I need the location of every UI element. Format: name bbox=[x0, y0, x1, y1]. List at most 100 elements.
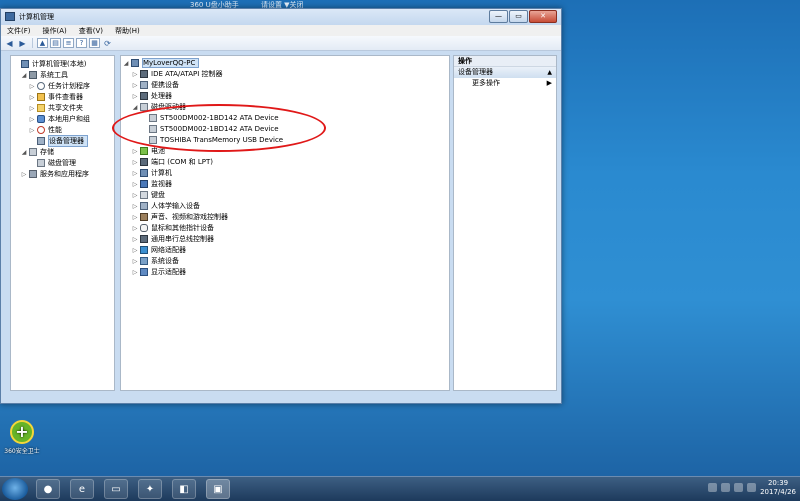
nav-tree-item[interactable]: ◢ 存储 bbox=[21, 147, 54, 157]
hao123-icon[interactable]: ✦ bbox=[138, 479, 162, 499]
expander-icon[interactable]: ▷ bbox=[132, 159, 138, 166]
device-tree-item[interactable]: ▷ 显示适配器 bbox=[132, 267, 186, 277]
device-tree-item[interactable]: ◢ MyLoverQQ-PC bbox=[123, 58, 200, 68]
nav-tree-item[interactable]: 计算机管理(本地) bbox=[13, 59, 86, 69]
tree-item-label: 计算机管理(本地) bbox=[32, 60, 87, 68]
nav-tree-item[interactable]: ▷ 本地用户和组 bbox=[29, 114, 90, 124]
nav-tree-item[interactable]: ▷ 服务和应用程序 bbox=[21, 169, 89, 179]
expander-icon[interactable]: ▷ bbox=[132, 170, 138, 177]
tree-item-label: 本地用户和组 bbox=[48, 115, 90, 123]
nav-tree-item[interactable]: 设备管理器 bbox=[29, 135, 88, 147]
photo-viewer-icon[interactable]: ◧ bbox=[172, 479, 196, 499]
speaker-icon bbox=[140, 213, 148, 221]
nav-tree-item[interactable]: ◢ 系统工具 bbox=[21, 70, 68, 80]
device-tree-item[interactable]: ▷ 系统设备 bbox=[132, 256, 179, 266]
expander-icon[interactable]: ▷ bbox=[132, 269, 138, 276]
tray-security-icon[interactable] bbox=[721, 483, 730, 492]
expander-icon[interactable]: ▷ bbox=[29, 83, 35, 90]
device-tree-item[interactable]: ▷ 计算机 bbox=[132, 168, 172, 178]
collapse-icon[interactable]: ▲ bbox=[547, 67, 552, 78]
computer-management-taskbar-icon[interactable]: ▣ bbox=[206, 479, 230, 499]
maximize-button[interactable]: ▭ bbox=[509, 10, 528, 23]
up-folder-icon[interactable]: ▲ bbox=[37, 38, 48, 48]
expander-icon[interactable]: ▷ bbox=[21, 171, 27, 178]
more-actions-item[interactable]: 更多操作 ▶ bbox=[454, 78, 556, 89]
expander-icon[interactable]: ◢ bbox=[132, 104, 138, 111]
device-tree-item[interactable]: ▷ 网络适配器 bbox=[132, 245, 186, 255]
tray-flag-icon[interactable] bbox=[708, 483, 717, 492]
expander-icon[interactable]: ▷ bbox=[132, 247, 138, 254]
360-browser-icon[interactable]: ● bbox=[36, 479, 60, 499]
nav-tree-item[interactable]: ▷ 性能 bbox=[29, 125, 62, 135]
properties-icon[interactable]: ≡ bbox=[63, 38, 74, 48]
navigation-tree: 计算机管理(本地) ◢ 系统工具 ▷ 任务计划程序 ▷ 事件查看器 ▷ 共享文件夹 ▷ 本地用户和组… bbox=[10, 55, 115, 391]
nav-tree-item[interactable]: ▷ 事件查看器 bbox=[29, 92, 83, 102]
menu-help[interactable]: 帮助(H) bbox=[115, 26, 140, 36]
tree-item-label: 存储 bbox=[40, 148, 54, 156]
expander-icon[interactable]: ▷ bbox=[29, 105, 35, 112]
actions-section-device-manager[interactable]: 设备管理器 ▲ bbox=[454, 67, 556, 78]
clock[interactable]: 20:39 2017/4/26 bbox=[760, 479, 796, 497]
expander-icon[interactable]: ▷ bbox=[132, 181, 138, 188]
menu-file[interactable]: 文件(F) bbox=[7, 26, 31, 36]
display-adapter-icon bbox=[140, 268, 148, 276]
device-manager-icon bbox=[37, 137, 45, 145]
expander-icon[interactable]: ▷ bbox=[132, 214, 138, 221]
expander-icon[interactable]: ▷ bbox=[132, 82, 138, 89]
tray-volume-icon[interactable] bbox=[747, 483, 756, 492]
expander-icon[interactable]: ◢ bbox=[123, 60, 129, 67]
minimize-button[interactable]: — bbox=[489, 10, 508, 23]
help-icon[interactable]: ? bbox=[76, 38, 87, 48]
device-tree-item[interactable]: ▷ 监视器 bbox=[132, 179, 172, 189]
expander-icon[interactable]: ◢ bbox=[21, 72, 27, 79]
explorer-icon[interactable]: ▭ bbox=[104, 479, 128, 499]
usb-icon bbox=[140, 235, 148, 243]
expander-icon[interactable]: ▷ bbox=[132, 236, 138, 243]
device-tree-item[interactable]: ▷ 人体学输入设备 bbox=[132, 201, 200, 211]
services-icon bbox=[29, 170, 37, 178]
expander-icon[interactable]: ▷ bbox=[132, 93, 138, 100]
device-icon bbox=[140, 81, 148, 89]
show-tree-icon[interactable]: ▤ bbox=[50, 38, 61, 48]
device-tree-item[interactable]: ▷ IDE ATA/ATAPI 控制器 bbox=[132, 69, 223, 79]
expander-icon[interactable]: ▷ bbox=[29, 127, 35, 134]
expander-icon[interactable]: ▷ bbox=[132, 192, 138, 199]
expander-icon[interactable]: ◢ bbox=[21, 149, 27, 156]
menu-action[interactable]: 操作(A) bbox=[43, 26, 67, 36]
expander-icon[interactable]: ▷ bbox=[132, 203, 138, 210]
device-tree-item[interactable]: ▷ 便携设备 bbox=[132, 80, 179, 90]
device-tree-item[interactable]: ▷ 通用串行总线控制器 bbox=[132, 234, 214, 244]
clock-date: 2017/4/26 bbox=[760, 488, 796, 496]
scan-icon[interactable]: ⟳ bbox=[102, 38, 113, 48]
device-tree-item[interactable]: ▷ 鼠标和其他指针设备 bbox=[132, 223, 214, 233]
expander-icon[interactable]: ▷ bbox=[132, 148, 138, 155]
close-button[interactable]: ✕ bbox=[529, 10, 557, 23]
expander-icon[interactable]: ▷ bbox=[132, 71, 138, 78]
expander-icon[interactable]: ▷ bbox=[29, 94, 35, 101]
tree-item-label: 声音、视频和游戏控制器 bbox=[151, 213, 228, 221]
forward-arrow-icon[interactable]: ▶ bbox=[17, 38, 28, 48]
tree-item-label: 服务和应用程序 bbox=[40, 170, 89, 178]
device-tree-item[interactable]: ▷ 声音、视频和游戏控制器 bbox=[132, 212, 228, 222]
device-tree-item[interactable]: ▷ 处理器 bbox=[132, 91, 172, 101]
expander-icon[interactable]: ▷ bbox=[29, 116, 35, 123]
ie-icon[interactable]: e bbox=[70, 479, 94, 499]
tray-network-icon[interactable] bbox=[734, 483, 743, 492]
device-tree-item[interactable]: ▷ 端口 (COM 和 LPT) bbox=[132, 157, 213, 167]
title-bar[interactable]: 计算机管理 — ▭ ✕ bbox=[1, 9, 561, 25]
nav-tree-item[interactable]: 磁盘管理 bbox=[29, 158, 76, 168]
menu-view[interactable]: 查看(V) bbox=[79, 26, 103, 36]
nav-tree-item[interactable]: ▷ 共享文件夹 bbox=[29, 103, 83, 113]
refresh-icon[interactable]: ▦ bbox=[89, 38, 100, 48]
nav-tree-item[interactable]: ▷ 任务计划程序 bbox=[29, 81, 90, 91]
back-arrow-icon[interactable]: ◀ bbox=[4, 38, 15, 48]
desktop-shortcut-label: 360安全卫士 bbox=[4, 448, 40, 455]
event-log-icon bbox=[37, 93, 45, 101]
clock-icon bbox=[37, 82, 45, 90]
monitor-icon bbox=[140, 180, 148, 188]
expander-icon[interactable]: ▷ bbox=[132, 258, 138, 265]
device-tree-item[interactable]: ▷ 键盘 bbox=[132, 190, 165, 200]
desktop-shortcut-360-safe[interactable]: + 360安全卫士 bbox=[2, 420, 42, 455]
expander-icon[interactable]: ▷ bbox=[132, 225, 138, 232]
start-button[interactable] bbox=[2, 478, 28, 500]
